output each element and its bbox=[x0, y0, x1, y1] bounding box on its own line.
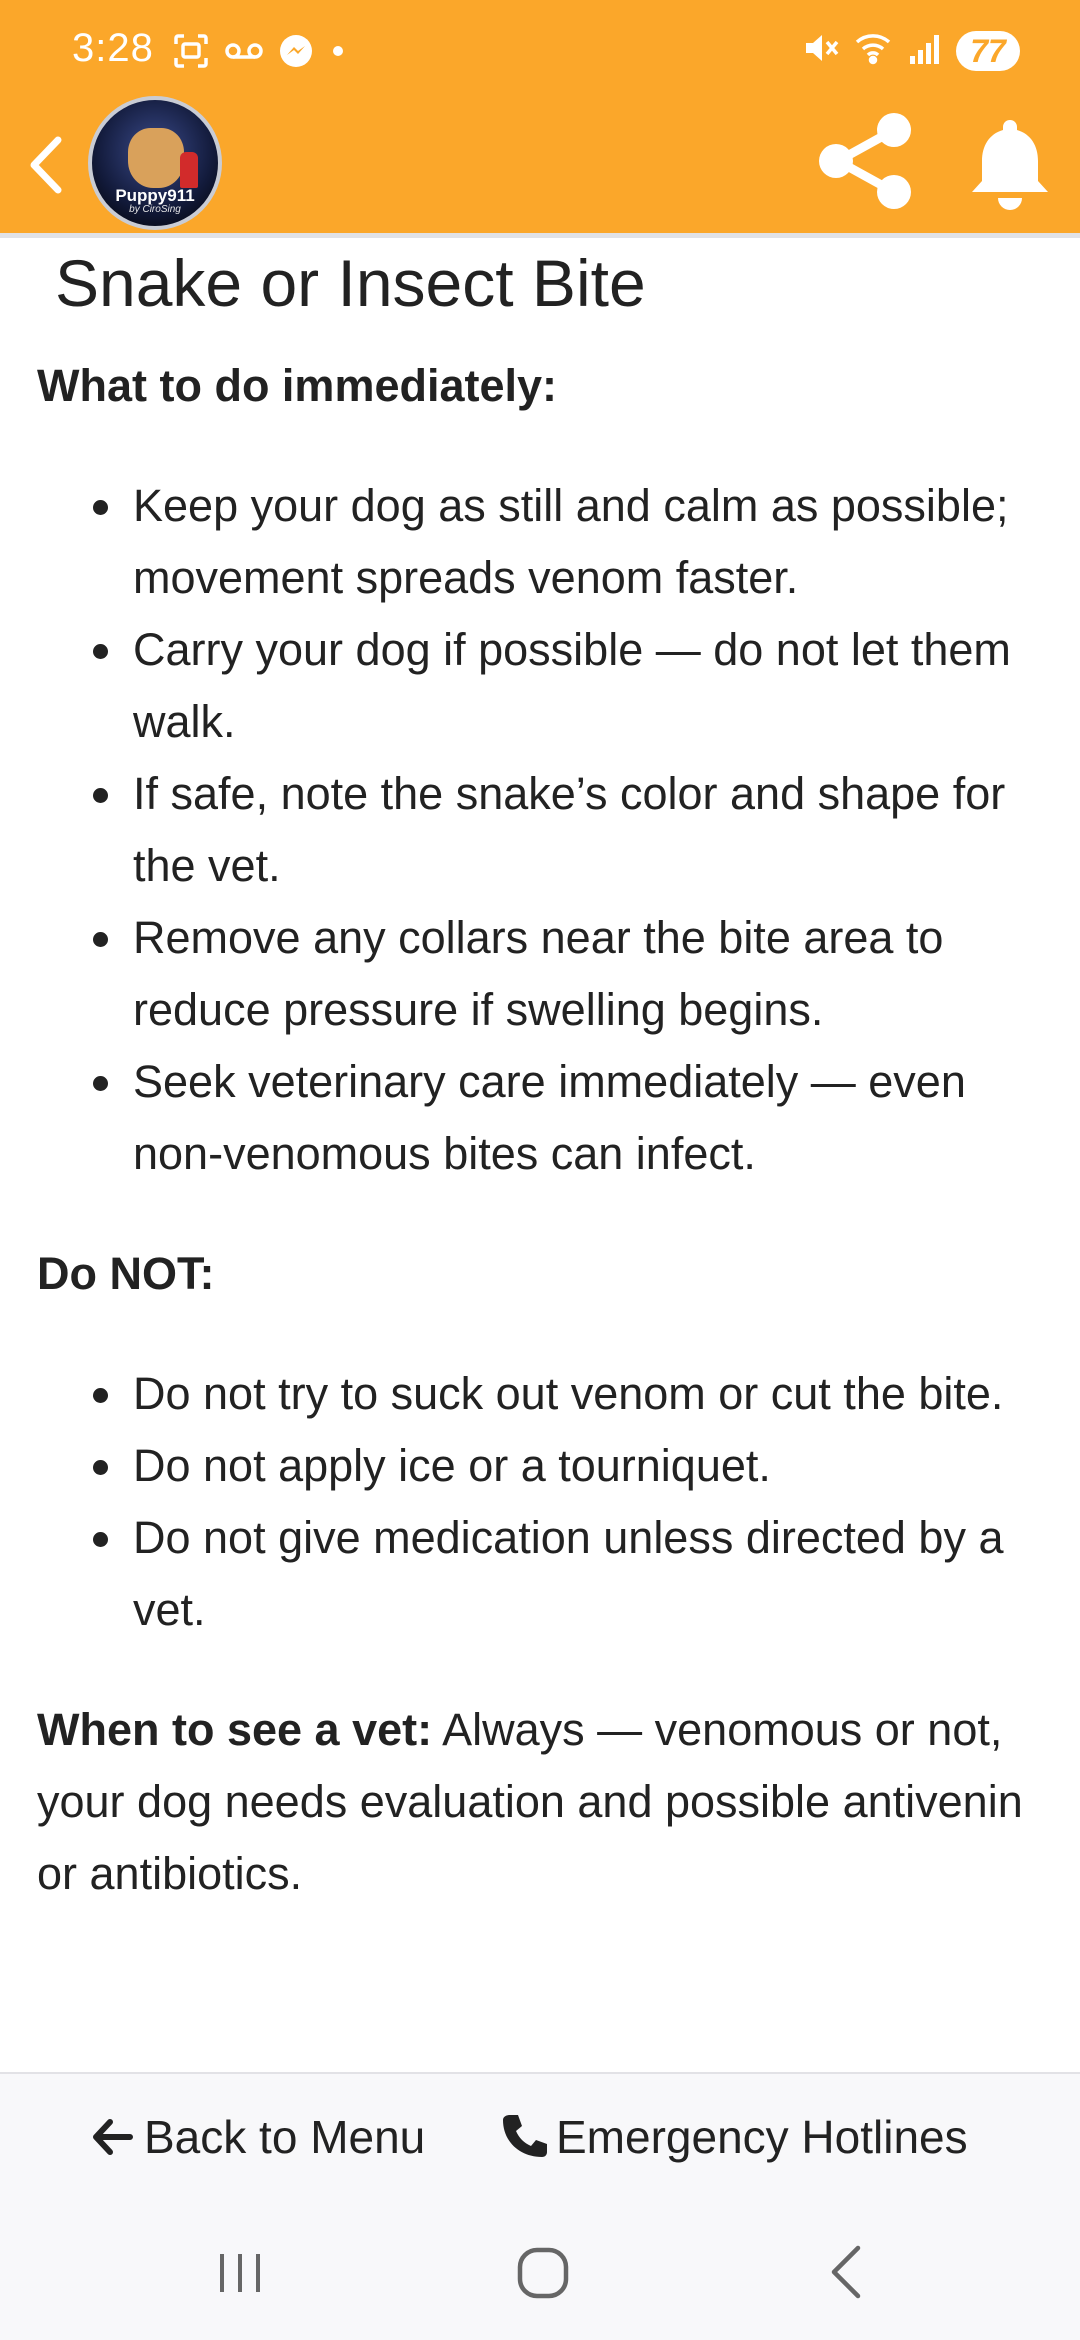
list-item: Do not try to suck out venom or cut the … bbox=[37, 1358, 1047, 1430]
immediate-heading: What to do immediately: bbox=[37, 360, 558, 411]
bullet-dot bbox=[93, 1388, 108, 1403]
app-bar: 3:28 77 Puppy911 by CiroSing bbox=[0, 0, 1080, 238]
bullet-dot bbox=[93, 644, 108, 659]
vet-label: When to see a vet: bbox=[37, 1704, 433, 1755]
status-left-icons bbox=[172, 32, 348, 75]
mute-icon bbox=[802, 30, 840, 71]
list-item-text: Keep your dog as still and calm as possi… bbox=[133, 480, 1009, 603]
list-item-text: Seek veterinary care immediately — even … bbox=[133, 1056, 966, 1179]
logo-hydrant-graphic bbox=[180, 152, 198, 188]
list-item-text: Do not apply ice or a tourniquet. bbox=[133, 1440, 771, 1491]
emergency-hotlines-button[interactable]: Emergency Hotlines bbox=[498, 2110, 968, 2164]
share-icon[interactable] bbox=[812, 108, 918, 214]
vet-paragraph: When to see a vet: Always — venomous or … bbox=[37, 1694, 1047, 1910]
status-right-icons: 77 bbox=[802, 30, 1020, 71]
messenger-icon bbox=[278, 33, 314, 74]
bottom-bar: Back to Menu Emergency Hotlines bbox=[0, 2072, 1080, 2202]
list-item: Do not give medication unless directed b… bbox=[37, 1502, 1047, 1646]
list-item: Keep your dog as still and calm as possi… bbox=[37, 470, 1047, 614]
phone-icon bbox=[503, 2115, 547, 2157]
dot-icon bbox=[328, 33, 348, 74]
bullet-dot bbox=[93, 500, 108, 515]
list-item-text: Carry your dog if possible — do not let … bbox=[133, 624, 1011, 747]
signal-icon bbox=[908, 30, 942, 71]
home-icon[interactable] bbox=[516, 2246, 570, 2305]
bullet-dot bbox=[93, 1460, 108, 1475]
article: Snake or Insect Bite What to do immediat… bbox=[37, 238, 1047, 1910]
battery-indicator: 77 bbox=[956, 30, 1020, 71]
back-to-menu-button[interactable]: Back to Menu bbox=[90, 2110, 425, 2164]
logo-subtext: by CiroSing bbox=[129, 204, 181, 215]
list-item: Remove any collars near the bite area to… bbox=[37, 902, 1047, 1046]
nav-back-icon[interactable] bbox=[826, 2244, 866, 2305]
screenshot-icon bbox=[172, 32, 210, 75]
status-time: 3:28 bbox=[72, 26, 154, 70]
logo-text: Puppy911 bbox=[115, 186, 195, 205]
arrow-left-icon bbox=[93, 2119, 133, 2155]
bullet-dot bbox=[93, 1076, 108, 1091]
system-nav-bar bbox=[0, 2202, 1080, 2340]
emergency-hotlines-label: Emergency Hotlines bbox=[556, 2111, 968, 2163]
bell-icon[interactable] bbox=[964, 114, 1056, 214]
list-item: Carry your dog if possible — do not let … bbox=[37, 614, 1047, 758]
bullet-dot bbox=[93, 788, 108, 803]
back-to-menu-label: Back to Menu bbox=[144, 2111, 426, 2163]
logo-dog-graphic bbox=[128, 128, 184, 188]
list-item-text: If safe, note the snake’s color and shap… bbox=[133, 768, 1006, 891]
donot-list: Do not try to suck out venom or cut the … bbox=[37, 1358, 1047, 1646]
app-logo[interactable]: Puppy911 by CiroSing bbox=[88, 96, 222, 230]
list-item: If safe, note the snake’s color and shap… bbox=[37, 758, 1047, 902]
voicemail-icon bbox=[224, 39, 264, 68]
page-title: Snake or Insect Bite bbox=[55, 246, 646, 320]
list-item: Seek veterinary care immediately — even … bbox=[37, 1046, 1047, 1190]
donot-heading: Do NOT: bbox=[37, 1248, 215, 1299]
list-item-text: Do not give medication unless directed b… bbox=[133, 1512, 1004, 1635]
bullet-dot bbox=[93, 1532, 108, 1547]
bullet-dot bbox=[93, 932, 108, 947]
list-item-text: Do not try to suck out venom or cut the … bbox=[133, 1368, 1004, 1419]
status-bar: 3:28 77 bbox=[0, 0, 1080, 108]
back-chevron-icon[interactable] bbox=[20, 130, 70, 200]
list-item-text: Remove any collars near the bite area to… bbox=[133, 912, 944, 1035]
list-item: Do not apply ice or a tourniquet. bbox=[37, 1430, 1047, 1502]
wifi-icon bbox=[854, 30, 894, 71]
recent-apps-icon[interactable] bbox=[216, 2248, 266, 2303]
immediate-list: Keep your dog as still and calm as possi… bbox=[37, 470, 1047, 1190]
